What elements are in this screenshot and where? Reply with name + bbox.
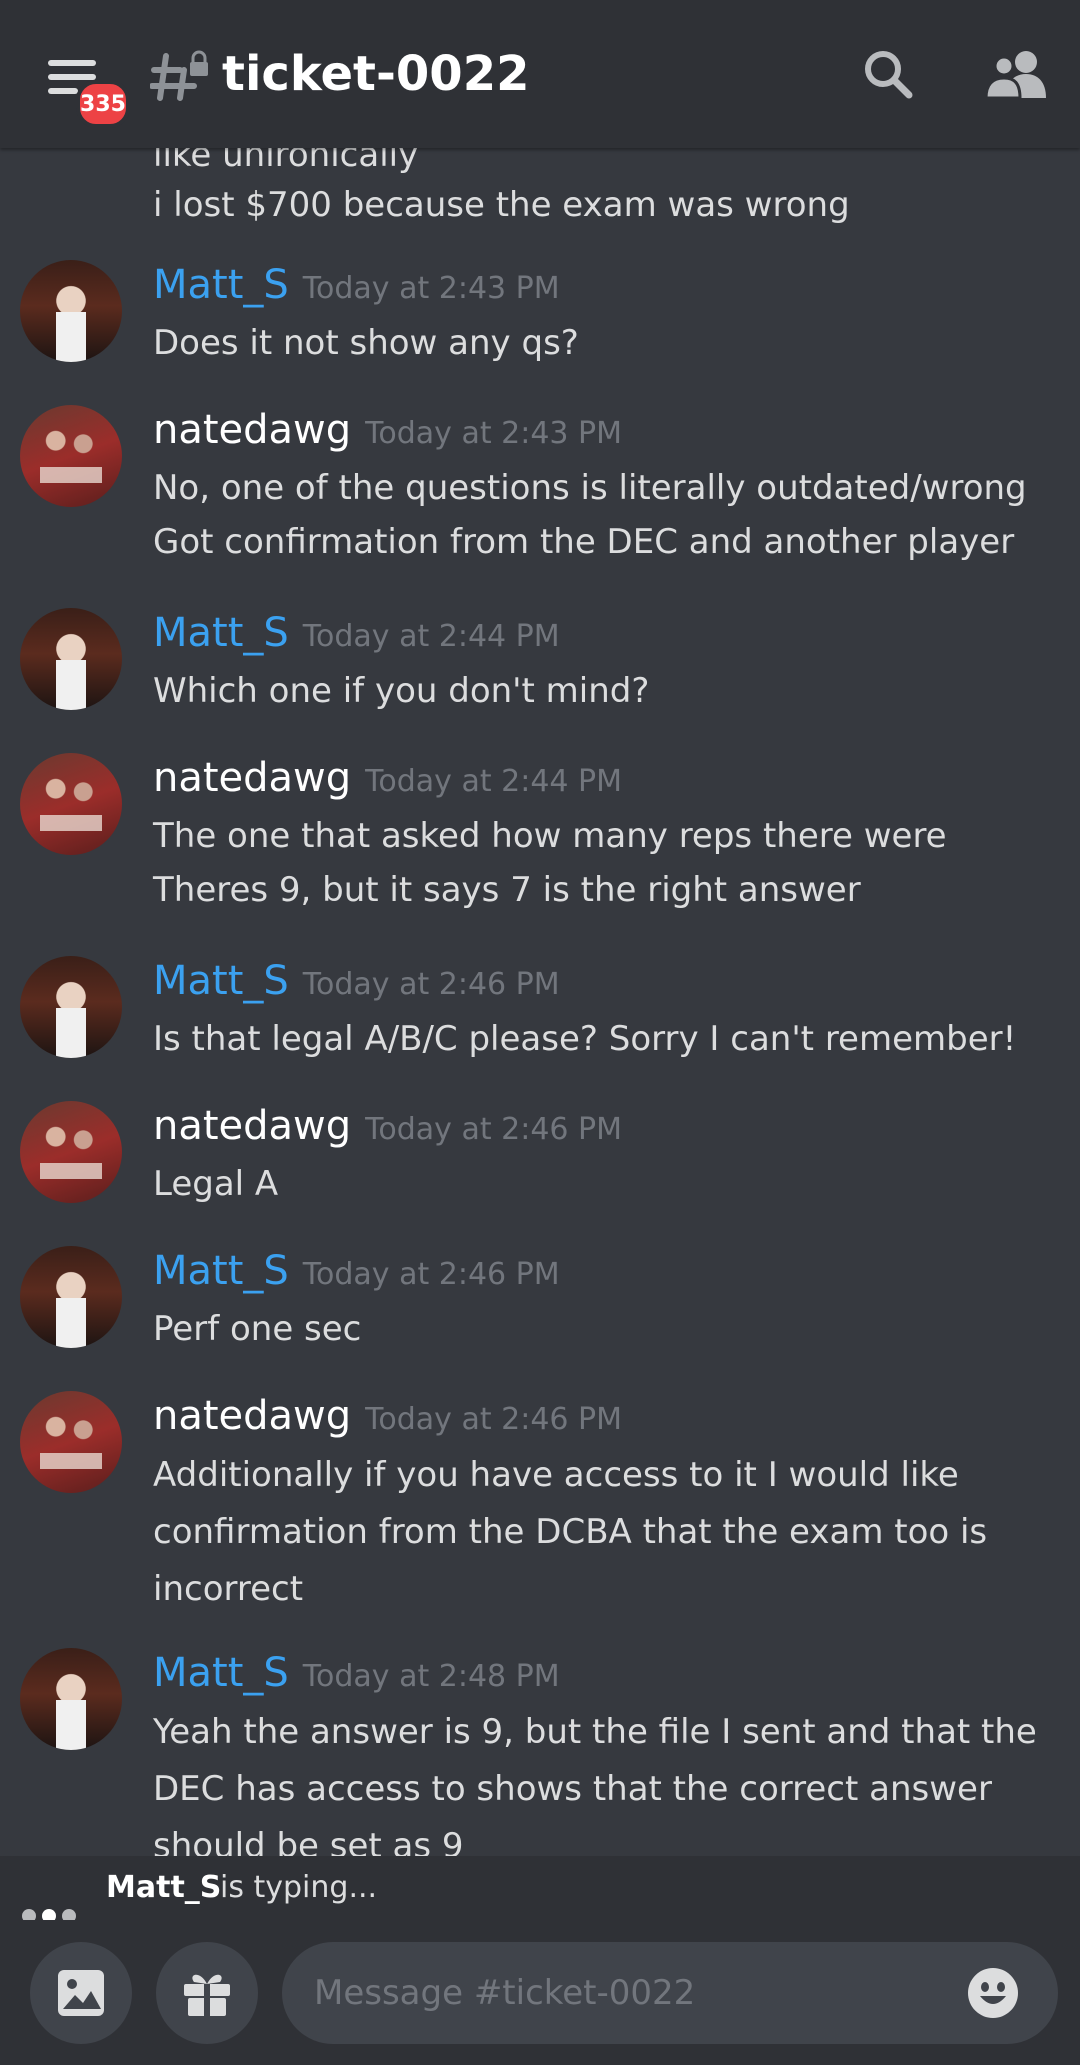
message-text: Is that legal A/B/C please? Sorry I can'… [153,1019,1017,1059]
typing-indicator: Matt_S is typing... [0,1856,1080,1923]
timestamp: Today at 2:46 PM [365,1402,623,1437]
message-text: Got confirmation from the DEC and anothe… [153,522,1015,562]
channel-header: 335 ticket-0022 [0,0,1080,148]
author-name[interactable]: Matt_S [153,1248,289,1294]
timestamp: Today at 2:46 PM [302,967,560,1002]
typing-text: is typing... [220,1870,378,1905]
message-text: Additionally if you have access to it I … [153,1455,959,1495]
message-text: No, one of the questions is literally ou… [153,468,1027,508]
message-text: DEC has access to shows that the correct… [153,1769,992,1809]
message-text: should be set as 9 [153,1826,464,1856]
message-list[interactable]: like unironically i lost $700 because th… [0,148,1080,1856]
message-text: Legal A [153,1164,279,1204]
timestamp: Today at 2:46 PM [365,1112,623,1147]
timestamp: Today at 2:48 PM [302,1659,560,1694]
avatar[interactable] [20,753,122,855]
avatar[interactable] [20,956,122,1058]
avatar[interactable] [20,405,122,507]
avatar[interactable] [20,1648,122,1750]
image-upload-button[interactable] [30,1942,132,2044]
search-icon[interactable] [862,48,914,100]
image-upload-icon [58,1970,104,2016]
avatar[interactable] [20,1246,122,1348]
message-text: Which one if you don't mind? [153,671,650,711]
author-name[interactable]: Matt_S [153,610,289,656]
timestamp: Today at 2:44 PM [302,619,560,654]
gift-button[interactable] [156,1942,258,2044]
message-text: Theres 9, but it says 7 is the right ans… [153,870,861,910]
author-name[interactable]: natedawg [153,755,351,801]
author-name[interactable]: Matt_S [153,1650,289,1696]
author-name[interactable]: natedawg [153,1103,351,1149]
avatar[interactable] [20,1391,122,1493]
message-text: like unironically [153,148,419,175]
notification-badge: 335 [76,80,130,128]
message-input[interactable] [282,1942,1058,2044]
gift-icon [184,1974,230,2016]
author-name[interactable]: natedawg [153,1393,351,1439]
avatar[interactable] [20,1101,122,1203]
avatar[interactable] [20,260,122,362]
author-name[interactable]: Matt_S [153,958,289,1004]
message-text: incorrect [153,1569,304,1609]
message-text: i lost $700 because the exam was wrong [153,185,850,225]
message-text: Perf one sec [153,1309,362,1349]
members-icon[interactable] [986,46,1046,102]
author-name[interactable]: Matt_S [153,262,289,308]
message-text: Does it not show any qs? [153,323,579,363]
message-composer [0,1920,1080,2065]
typing-user: Matt_S [106,1870,222,1905]
channel-title: ticket-0022 [222,46,530,102]
timestamp: Today at 2:43 PM [302,271,560,306]
author-name[interactable]: natedawg [153,407,351,453]
timestamp: Today at 2:46 PM [302,1257,560,1292]
timestamp: Today at 2:43 PM [365,416,623,451]
avatar[interactable] [20,608,122,710]
timestamp: Today at 2:44 PM [365,764,623,799]
emoji-icon[interactable] [966,1966,1020,2020]
locked-channel-hash-icon [150,50,208,101]
message-text: The one that asked how many reps there w… [153,816,947,856]
message-text: Yeah the answer is 9, but the file I sen… [153,1712,1037,1752]
message-text: confirmation from the DCBA that the exam… [153,1512,988,1552]
